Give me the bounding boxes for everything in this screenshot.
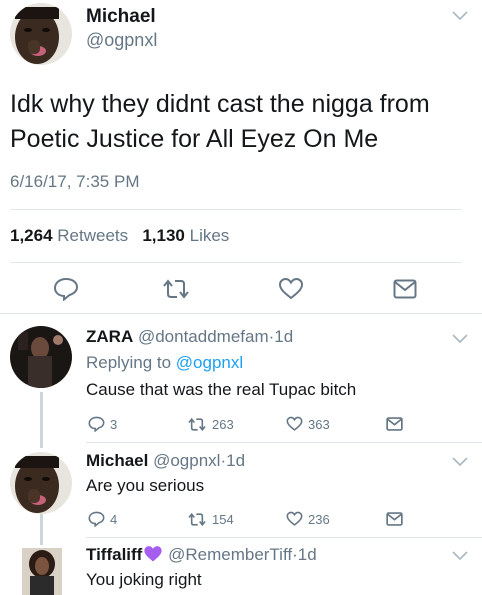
dm-button[interactable]: [393, 279, 417, 299]
avatar[interactable]: [10, 326, 72, 388]
likes-count[interactable]: 1,130: [142, 226, 185, 245]
like-count: 236: [308, 511, 330, 527]
reply-button[interactable]: 4: [88, 511, 117, 527]
avatar[interactable]: [10, 3, 72, 65]
reply-tweet[interactable]: Tiffaliff @RememberTiff·1d You joking ri…: [0, 538, 482, 595]
avatar[interactable]: [22, 548, 62, 595]
purple-heart-emoji: [144, 546, 162, 562]
tweet-text-line: Poetic Justice for All Eyez On Me: [10, 125, 379, 153]
chevron-down-icon[interactable]: [452, 11, 468, 21]
retweet-icon: [163, 279, 189, 299]
retweet-count: 154: [212, 512, 234, 527]
like-button[interactable]: [278, 277, 304, 301]
reply-text: Are you serious: [86, 476, 205, 495]
chevron-down-icon[interactable]: [452, 457, 468, 467]
reply-tweet[interactable]: Michael @ogpnxl·1d Are you serious 4 154…: [0, 443, 482, 543]
main-tweet: Michael @ogpnxl Idk why they didnt cast …: [0, 0, 482, 314]
retweet-icon: [188, 417, 206, 432]
retweet-button[interactable]: 263: [187, 417, 234, 432]
like-icon: [286, 511, 303, 526]
like-icon: [286, 416, 303, 431]
tweet-text: Idk why they didnt cast the nigga from P…: [10, 87, 470, 157]
retweet-count: 263: [212, 417, 234, 432]
retweets-label[interactable]: Retweets: [57, 226, 128, 245]
reply-button[interactable]: 3: [88, 416, 117, 432]
reply-button[interactable]: [53, 277, 79, 301]
author-name[interactable]: Tiffaliff: [86, 545, 142, 564]
retweet-icon: [188, 512, 206, 527]
chevron-down-icon[interactable]: [452, 334, 468, 344]
reply-header: ZARA @dontaddmefam·1d: [86, 327, 293, 347]
like-button[interactable]: 363: [286, 416, 330, 432]
chevron-down-icon[interactable]: [452, 551, 468, 561]
replying-to-handle[interactable]: @ogpnxl: [176, 353, 243, 372]
reply-count: 4: [110, 511, 118, 527]
tweet-age[interactable]: 1d: [274, 327, 293, 346]
author-handle[interactable]: @RememberTiff: [168, 545, 292, 564]
reply-count: 3: [110, 416, 118, 432]
reply-icon: [53, 277, 79, 301]
like-count: 363: [308, 416, 330, 432]
replying-to: Replying to @ogpnxl: [86, 353, 243, 373]
author-handle[interactable]: @ogpnxl: [153, 451, 220, 470]
reply-icon: [88, 416, 105, 432]
tweet-text-line: Idk why they didnt cast the nigga from: [10, 90, 430, 118]
tweet-timestamp[interactable]: 6/16/17, 7:35 PM: [10, 172, 139, 192]
likes-label[interactable]: Likes: [190, 226, 230, 245]
author-handle[interactable]: @ogpnxl: [86, 30, 157, 51]
dm-icon: [393, 279, 417, 299]
author-handle[interactable]: @dontaddmefam: [138, 327, 269, 346]
dm-button[interactable]: [386, 417, 403, 431]
retweets-count[interactable]: 1,264: [10, 226, 53, 245]
dm-icon: [386, 512, 403, 526]
reply-header: Michael @ogpnxl·1d: [86, 451, 245, 471]
dm-button[interactable]: [386, 512, 403, 526]
divider: [10, 262, 462, 263]
avatar[interactable]: [10, 452, 72, 514]
reply-icon: [88, 511, 105, 527]
tweet-age[interactable]: 1d: [226, 451, 245, 470]
reply-text: You joking right: [86, 570, 202, 589]
replying-to-label: Replying to: [86, 353, 172, 372]
like-icon: [278, 277, 304, 300]
reply-tweet[interactable]: ZARA @dontaddmefam·1d Replying to @ogpnx…: [0, 313, 482, 443]
retweet-button[interactable]: 154: [187, 512, 234, 527]
retweet-button[interactable]: [161, 278, 191, 300]
author-name[interactable]: Michael: [86, 451, 148, 470]
tweet-age[interactable]: 1d: [298, 545, 317, 564]
author-name[interactable]: ZARA: [86, 327, 133, 346]
dm-icon: [386, 417, 403, 431]
author-name[interactable]: Michael: [86, 6, 156, 28]
reply-header: Tiffaliff @RememberTiff·1d: [86, 545, 317, 565]
tweet-stats: 1,264 Retweets 1,130 Likes: [10, 226, 229, 246]
reply-text: Cause that was the real Tupac bitch: [86, 380, 357, 399]
divider: [10, 209, 462, 210]
like-button[interactable]: 236: [286, 511, 330, 527]
